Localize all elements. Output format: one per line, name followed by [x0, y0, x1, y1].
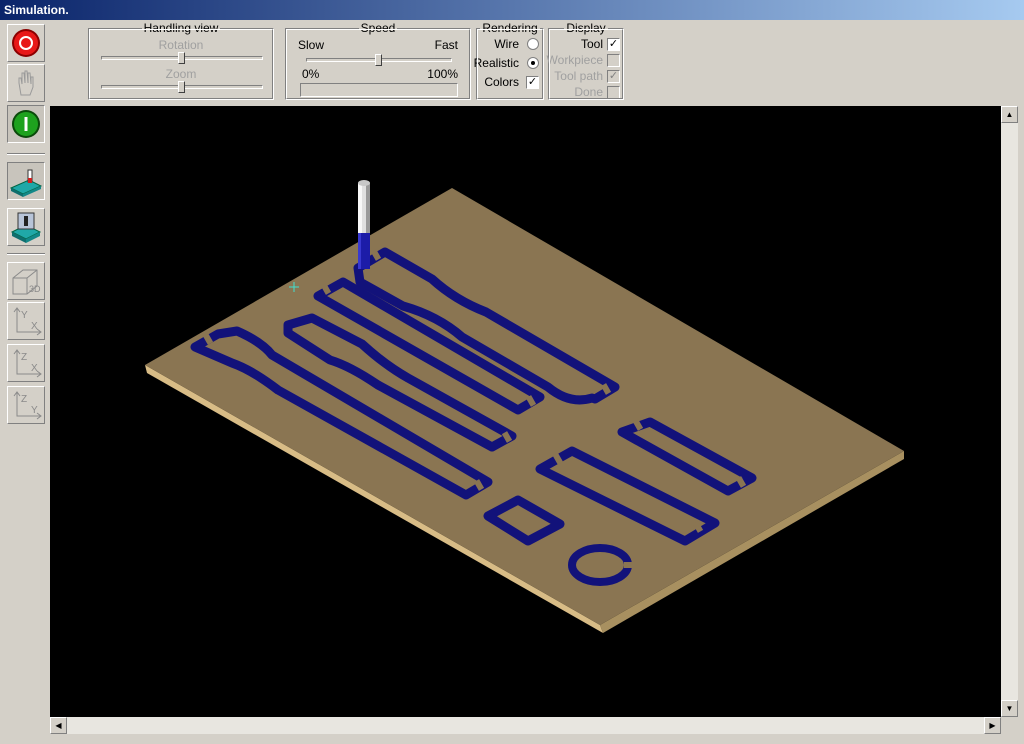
- 3d-view-button[interactable]: 3D: [7, 262, 45, 300]
- scroll-down-button[interactable]: ▼: [1001, 700, 1018, 717]
- 3d-view-icon: 3D: [12, 269, 41, 295]
- hand-pan-icon: [18, 70, 34, 96]
- view-zy-icon: Z Y: [13, 391, 42, 420]
- stop-button[interactable]: [7, 24, 45, 62]
- view-zx-button[interactable]: Z X: [7, 344, 45, 382]
- rendering-title: Rendering: [480, 21, 540, 35]
- rotation-label: Rotation: [158, 38, 204, 52]
- toolbar-separator: [7, 253, 45, 255]
- zoom-slider[interactable]: [178, 81, 185, 93]
- tool-label: Tool: [580, 37, 603, 51]
- workpiece-checkbox[interactable]: [607, 54, 620, 67]
- workpiece-view-icon: [9, 169, 43, 197]
- toolpath-label: Tool path: [554, 69, 603, 83]
- horizontal-scrollbar[interactable]: ◀ ▶: [50, 717, 1001, 734]
- view-yx-button[interactable]: Y X: [7, 302, 45, 340]
- toolbar-separator: [7, 153, 45, 155]
- colors-label: Colors: [484, 75, 519, 89]
- tool-checkbox[interactable]: ✓: [607, 38, 620, 51]
- speed-slow-label: Slow: [298, 38, 325, 52]
- speed-min-label: 0%: [302, 67, 320, 81]
- axis-z-label: Z: [21, 352, 27, 363]
- start-icon: [12, 110, 40, 138]
- display-group: Display Tool ✓ Workpiece Tool path ✓ Don…: [546, 21, 624, 100]
- rotation-slider[interactable]: [178, 52, 185, 64]
- axis-y-label: Y: [21, 310, 28, 321]
- colors-checkbox[interactable]: ✓: [526, 76, 539, 89]
- axis-y-label: Y: [31, 405, 38, 416]
- scroll-right-button[interactable]: ▶: [984, 717, 1001, 734]
- done-label: Done: [574, 85, 603, 99]
- rendering-group: Rendering Wire Realistic Colors ✓: [473, 21, 544, 100]
- machine-view-icon: [10, 212, 42, 243]
- handling-view-group: Handling view Rotation Zoom: [88, 21, 274, 100]
- handling-view-title: Handling view: [141, 21, 221, 35]
- simulation-viewport[interactable]: [50, 106, 1001, 717]
- view-zy-button[interactable]: Z Y: [7, 386, 45, 424]
- axis-z-label: Z: [21, 394, 27, 405]
- speed-slider[interactable]: [375, 54, 382, 66]
- simulation-progress-bar: [300, 83, 458, 97]
- wire-radio[interactable]: [527, 38, 539, 50]
- axis-x-label: X: [31, 321, 38, 332]
- simulation-scene: [145, 180, 904, 633]
- workpiece-label: Workpiece: [546, 53, 603, 67]
- realistic-label: Realistic: [473, 56, 519, 70]
- stop-icon: [12, 29, 40, 57]
- done-checkbox[interactable]: [607, 86, 620, 99]
- speed-title: Speed: [358, 21, 398, 35]
- view-zx-icon: Z X: [13, 349, 42, 378]
- workpiece-view-button[interactable]: [7, 162, 45, 200]
- vertical-scrollbar[interactable]: ▲ ▼: [1001, 106, 1018, 717]
- scroll-up-button[interactable]: ▲: [1001, 106, 1018, 123]
- pan-button[interactable]: [7, 64, 45, 102]
- speed-fast-label: Fast: [434, 38, 458, 52]
- start-button[interactable]: [7, 105, 45, 143]
- zoom-label: Zoom: [165, 67, 197, 81]
- axis-x-label: X: [31, 363, 38, 374]
- realistic-radio[interactable]: [527, 57, 539, 69]
- wire-label: Wire: [494, 37, 519, 51]
- window-title: Simulation.: [4, 3, 69, 17]
- machine-view-button[interactable]: [7, 208, 45, 246]
- scroll-left-button[interactable]: ◀: [50, 717, 67, 734]
- title-bar: Simulation.: [0, 0, 1024, 20]
- speed-max-label: 100%: [427, 67, 458, 81]
- view-yx-icon: Y X: [13, 307, 42, 336]
- scrollbar-corner: [1001, 717, 1018, 734]
- display-title: Display: [564, 21, 608, 35]
- speed-group: Speed Slow Fast 0% 100%: [285, 21, 471, 100]
- toolpath-checkbox[interactable]: ✓: [607, 70, 620, 83]
- 3d-label: 3D: [29, 284, 41, 294]
